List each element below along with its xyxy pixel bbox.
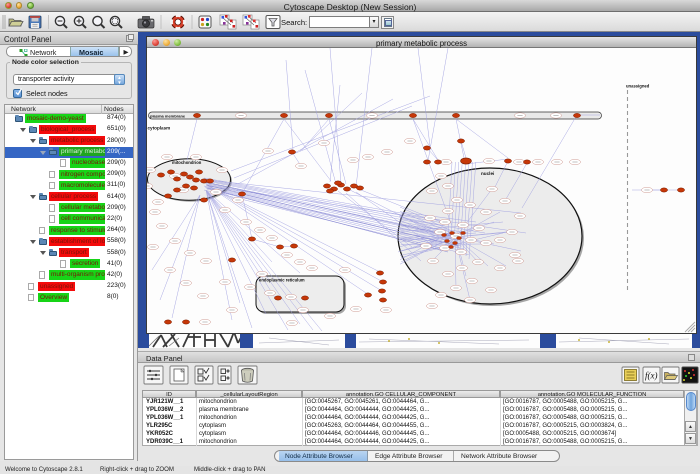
svg-text:mitochondrion: mitochondrion bbox=[172, 160, 202, 165]
svg-text:plasma membrane: plasma membrane bbox=[150, 113, 186, 118]
svg-text:endoplasmic reticulum: endoplasmic reticulum bbox=[259, 278, 305, 283]
svg-text:cytoplasm: cytoplasm bbox=[148, 126, 171, 131]
svg-text:unassigned: unassigned bbox=[626, 84, 650, 89]
svg-text:f(x): f(x) bbox=[645, 371, 658, 381]
svg-text:nuclei: nuclei bbox=[481, 171, 494, 176]
